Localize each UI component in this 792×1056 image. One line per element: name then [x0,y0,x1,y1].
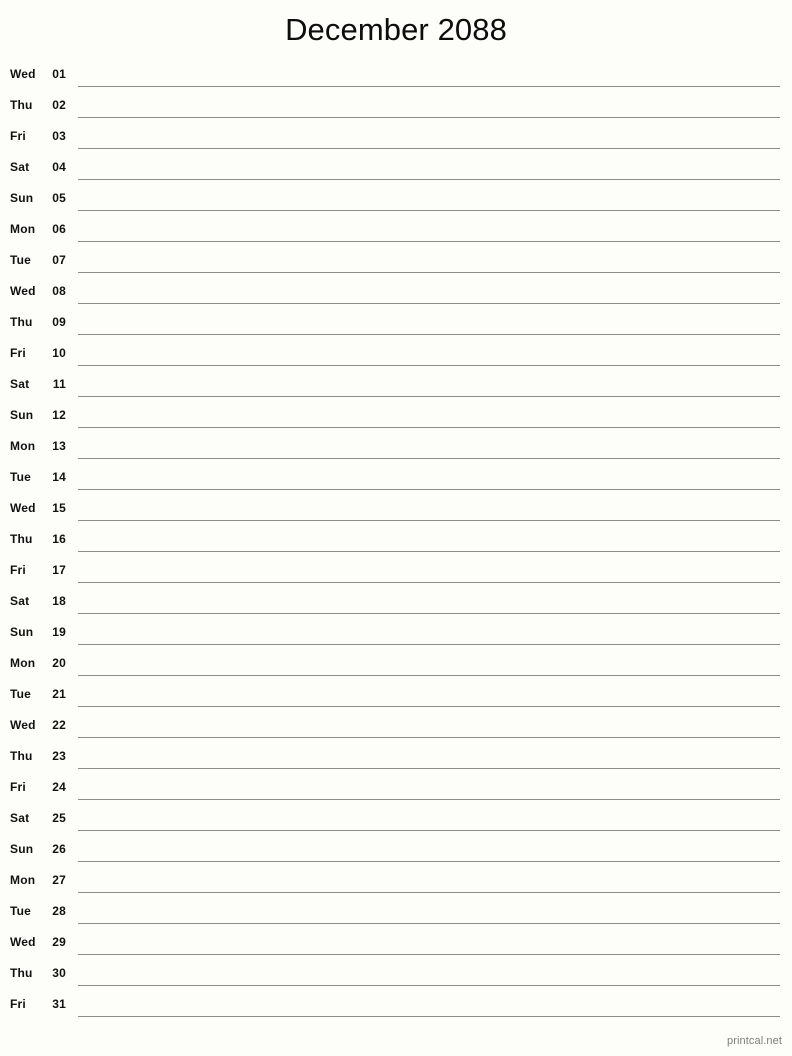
writing-rule-line[interactable] [78,954,780,955]
writing-rule-line[interactable] [78,799,780,800]
writing-rule-line[interactable] [78,241,780,242]
writing-rule-line[interactable] [78,86,780,87]
day-number-label: 07 [52,253,66,267]
day-row[interactable]: Sat 25 [0,806,792,837]
day-row[interactable]: Mon 13 [0,434,792,465]
day-number-label: 24 [52,780,66,794]
day-number-label: 09 [52,315,66,329]
writing-rule-line[interactable] [78,830,780,831]
calendar-page: December 2088 Wed 01 Thu 02 Fri 03 Sat 04 Sun 05 M… [0,0,792,1056]
day-number-label: 06 [52,222,66,236]
day-row[interactable]: Thu 23 [0,744,792,775]
day-number-label: 22 [52,718,66,732]
writing-rule-line[interactable] [78,551,780,552]
writing-rule-line[interactable] [78,210,780,211]
day-number-label: 11 [52,377,66,391]
day-row[interactable]: Fri 10 [0,341,792,372]
day-number-label: 02 [52,98,66,112]
day-number-label: 14 [52,470,66,484]
day-number-label: 27 [52,873,66,887]
day-number-label: 25 [52,811,66,825]
writing-rule-line[interactable] [78,179,780,180]
day-row[interactable]: Wed 15 [0,496,792,527]
day-number-label: 30 [52,966,66,980]
day-number-label: 17 [52,563,66,577]
day-number-label: 01 [52,67,66,81]
day-number-label: 04 [52,160,66,174]
day-row[interactable]: Fri 31 [0,992,792,1023]
writing-rule-line[interactable] [78,427,780,428]
day-row[interactable]: Sun 26 [0,837,792,868]
day-row[interactable]: Fri 24 [0,775,792,806]
day-row[interactable]: Mon 27 [0,868,792,899]
day-number-label: 15 [52,501,66,515]
writing-rule-line[interactable] [78,334,780,335]
day-row[interactable]: Wed 08 [0,279,792,310]
writing-rule-line[interactable] [78,489,780,490]
day-row[interactable]: Fri 03 [0,124,792,155]
day-row[interactable]: Mon 06 [0,217,792,248]
day-row[interactable]: Sat 18 [0,589,792,620]
day-number-label: 13 [52,439,66,453]
day-row[interactable]: Sun 05 [0,186,792,217]
day-number-label: 08 [52,284,66,298]
day-row[interactable]: Tue 07 [0,248,792,279]
writing-rule-line[interactable] [78,892,780,893]
writing-rule-line[interactable] [78,644,780,645]
writing-rule-line[interactable] [78,985,780,986]
writing-rule-line[interactable] [78,675,780,676]
writing-rule-line[interactable] [78,737,780,738]
day-row[interactable]: Tue 21 [0,682,792,713]
day-number-label: 20 [52,656,66,670]
writing-rule-line[interactable] [78,396,780,397]
writing-rule-line[interactable] [78,861,780,862]
day-rows-list: Wed 01 Thu 02 Fri 03 Sat 04 Sun 05 Mon 06 Tue 07 Wed 08… [0,62,792,1023]
day-number-label: 05 [52,191,66,205]
day-number-label: 16 [52,532,66,546]
writing-rule-line[interactable] [78,520,780,521]
day-row[interactable]: Tue 14 [0,465,792,496]
day-row[interactable]: Wed 29 [0,930,792,961]
writing-rule-line[interactable] [78,303,780,304]
day-row[interactable]: Thu 09 [0,310,792,341]
day-row[interactable]: Fri 17 [0,558,792,589]
day-row[interactable]: Thu 30 [0,961,792,992]
day-row[interactable]: Thu 02 [0,93,792,124]
day-number-label: 26 [52,842,66,856]
writing-rule-line[interactable] [78,1016,780,1017]
writing-rule-line[interactable] [78,272,780,273]
writing-rule-line[interactable] [78,613,780,614]
day-number-label: 03 [52,129,66,143]
day-row[interactable]: Sat 04 [0,155,792,186]
writing-rule-line[interactable] [78,117,780,118]
writing-rule-line[interactable] [78,582,780,583]
day-number-label: 31 [52,997,66,1011]
day-row[interactable]: Mon 20 [0,651,792,682]
day-number-label: 28 [52,904,66,918]
page-title: December 2088 [285,12,507,47]
writing-rule-line[interactable] [78,148,780,149]
day-number-label: 12 [52,408,66,422]
day-row[interactable]: Sun 12 [0,403,792,434]
writing-rule-line[interactable] [78,706,780,707]
day-number-label: 10 [52,346,66,360]
footer-brand: printcal.net [726,1035,782,1047]
day-row[interactable]: Tue 28 [0,899,792,930]
day-number-label: 18 [52,594,66,608]
day-row[interactable]: Sun 19 [0,620,792,651]
writing-rule-line[interactable] [78,365,780,366]
day-row[interactable]: Wed 01 [0,62,792,93]
writing-rule-line[interactable] [78,458,780,459]
writing-rule-line[interactable] [78,768,780,769]
day-number-label: 29 [52,935,66,949]
day-row[interactable]: Sat 11 [0,372,792,403]
day-number-label: 23 [52,749,66,763]
day-number-label: 21 [52,687,66,701]
day-number-label: 19 [52,625,66,639]
day-row[interactable]: Wed 22 [0,713,792,744]
day-row[interactable]: Thu 16 [0,527,792,558]
writing-rule-line[interactable] [78,923,780,924]
